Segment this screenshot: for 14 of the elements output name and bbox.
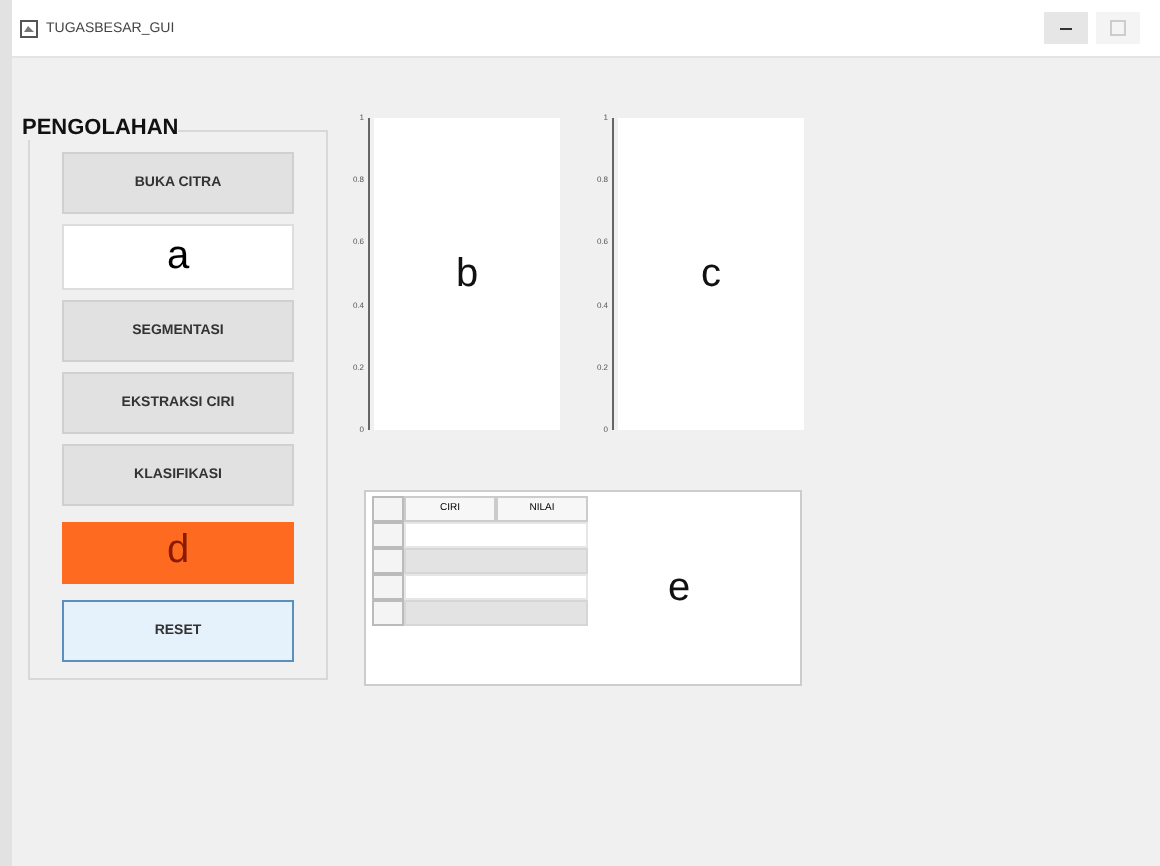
table-panel-label: e (668, 565, 691, 611)
axes-label: b (455, 251, 479, 297)
corner-cell (372, 496, 404, 522)
row-header[interactable] (372, 574, 404, 600)
row-header[interactable] (372, 548, 404, 574)
axes-label: c (701, 251, 721, 297)
color-indicator: d (62, 522, 294, 584)
row-header[interactable] (372, 600, 404, 626)
panel-title: PENGOLAHAN (22, 116, 179, 140)
text-field[interactable]: a (62, 224, 294, 290)
maximize-icon[interactable] (1096, 12, 1140, 44)
minimize-icon[interactable] (1044, 12, 1088, 44)
app-icon (20, 19, 38, 37)
row-header[interactable] (372, 522, 404, 548)
